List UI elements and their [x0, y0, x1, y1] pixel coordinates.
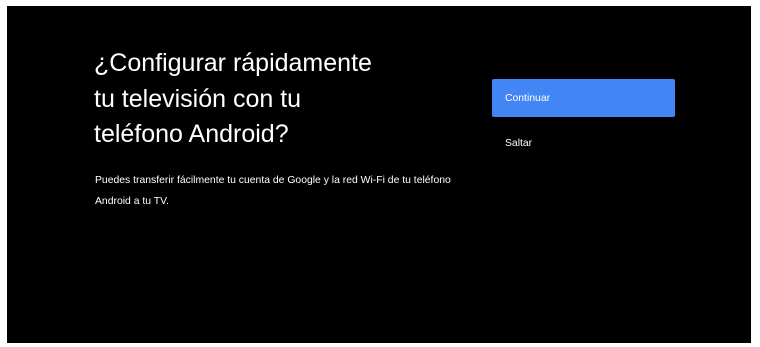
setup-description: Puedes transferir fácilmente tu cuenta d… — [95, 175, 451, 207]
continue-button[interactable]: Continuar — [492, 79, 675, 117]
skip-button-label: Saltar — [505, 137, 533, 149]
setup-title: ¿Configurar rápidamente tu televisión co… — [94, 49, 372, 148]
continue-button-label: Continuar — [505, 92, 551, 104]
skip-button[interactable]: Saltar — [492, 124, 675, 162]
tv-setup-screen: ¿Configurar rápidamente tu televisión co… — [7, 6, 751, 343]
